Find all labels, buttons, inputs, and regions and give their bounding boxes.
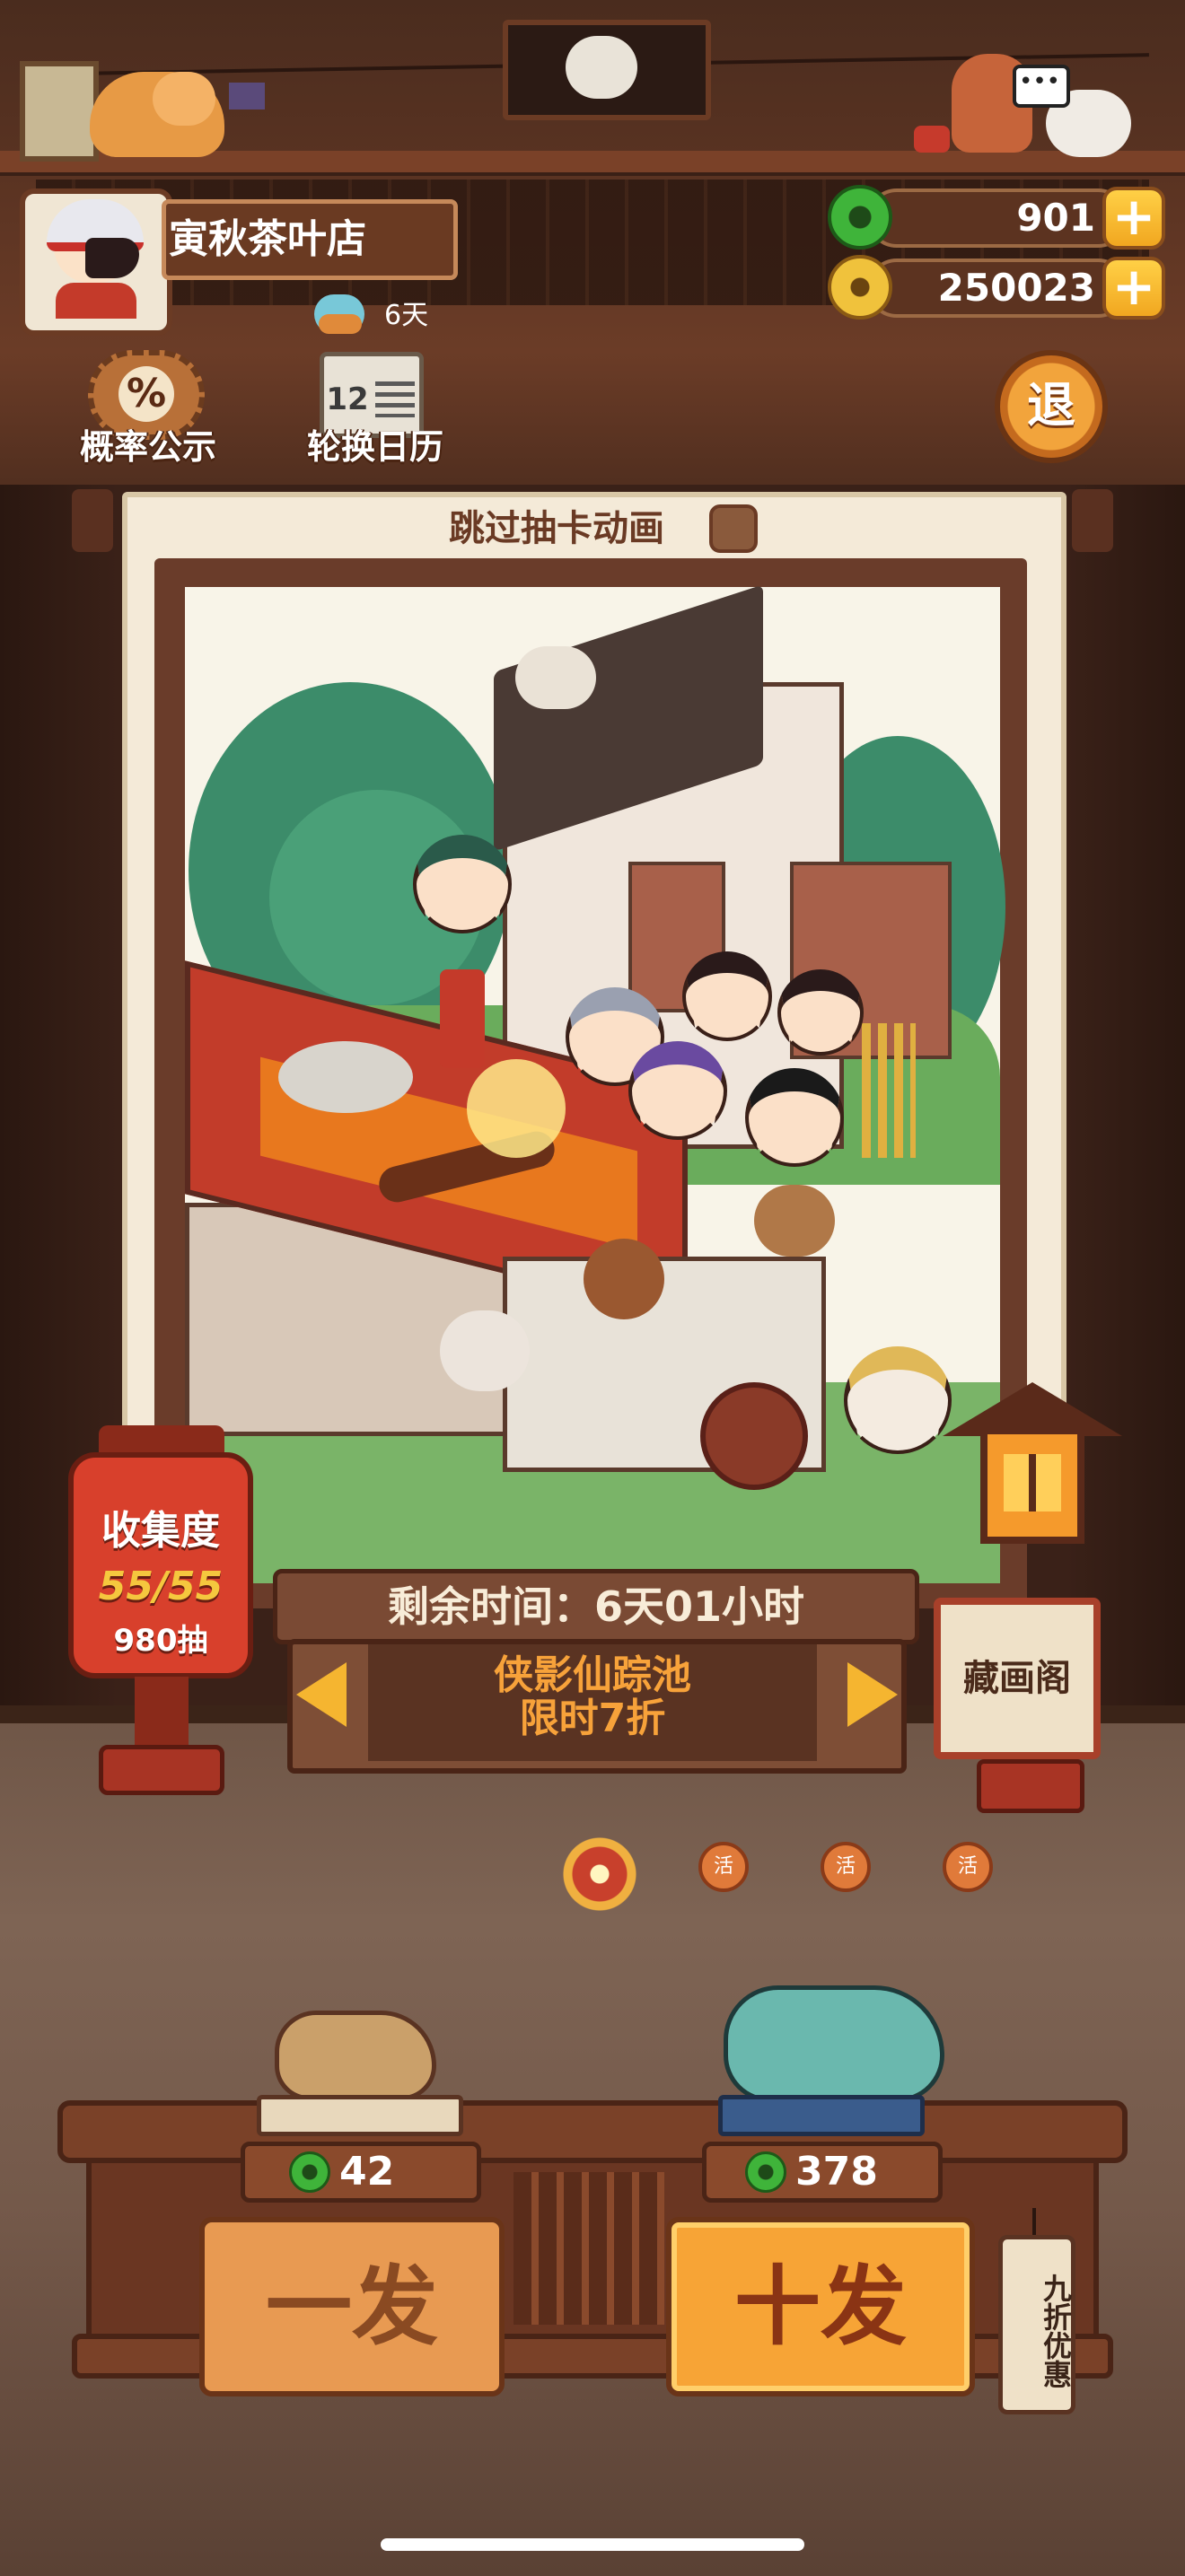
collection-value: 55/55	[98, 1564, 224, 1609]
character-topknot	[682, 951, 772, 1041]
single-draw-price: 42	[339, 2149, 395, 2195]
scroll-portrait	[566, 36, 637, 99]
stone-lion	[515, 646, 596, 709]
lantern-stand	[135, 1677, 189, 1748]
lantern-cap	[99, 1425, 224, 1456]
single-draw-button[interactable]: 一发	[199, 2217, 505, 2396]
days-counter: 6天	[384, 300, 429, 331]
bamboo-poles	[862, 1023, 916, 1158]
red-ornament	[914, 126, 950, 153]
pool-name: 侠影仙踪池	[494, 1652, 691, 1698]
purple-flag	[229, 83, 265, 110]
shop-name: 寅秋茶叶店	[169, 216, 366, 262]
add-coins-button[interactable]: +	[1102, 257, 1165, 320]
gallery-label[interactable]: 藏画阁	[934, 1598, 1101, 1759]
probability-label[interactable]: 概率公示	[54, 422, 242, 472]
fish-icon	[319, 314, 362, 334]
big-fish-icon	[724, 1985, 944, 2102]
calendar-label[interactable]: 轮换日历	[285, 422, 465, 472]
tag-string	[1032, 2208, 1036, 2239]
red-lantern-art	[440, 969, 485, 1068]
fire-glow	[467, 1059, 566, 1158]
page-dot[interactable]: 活	[943, 1842, 993, 1892]
previous-pool-arrow-icon[interactable]	[296, 1662, 347, 1727]
character-purple-hat	[628, 1041, 727, 1140]
percent-icon: %	[118, 366, 174, 422]
wine-barrel	[700, 1382, 808, 1490]
character-waiter	[777, 969, 864, 1056]
add-jade-button[interactable]: +	[1102, 187, 1165, 250]
calendar-lines-icon	[375, 381, 415, 417]
gallery-lamp-window	[1004, 1454, 1061, 1511]
book-stack-large	[718, 2095, 925, 2136]
pool-sale: 限时7折	[519, 1695, 666, 1741]
remaining-time: 剩余时间：6天01小时	[387, 1582, 805, 1631]
avatar-body	[56, 283, 136, 319]
counter-lattice	[514, 2172, 664, 2325]
skip-animation-checkbox[interactable]	[709, 504, 758, 553]
collection-label: 收集度	[101, 1508, 220, 1554]
jade-icon	[289, 2151, 330, 2193]
character-bearded	[745, 1068, 844, 1167]
exit-button[interactable]: 退	[995, 350, 1108, 463]
home-indicator[interactable]	[381, 2538, 804, 2551]
character-blonde	[844, 1346, 952, 1454]
monkey	[584, 1239, 664, 1319]
coin-icon	[828, 255, 892, 320]
paw-picture-frame	[20, 61, 99, 162]
small-fish-icon	[275, 2011, 436, 2100]
discount-label: 九折优惠	[1039, 2274, 1073, 2388]
gallery-base	[977, 1759, 1084, 1813]
jade-icon	[828, 185, 892, 250]
calendar-icon-number: 12	[326, 381, 369, 417]
next-pool-arrow-icon[interactable]	[847, 1662, 898, 1727]
jade-icon	[745, 2151, 786, 2193]
pug-dog	[754, 1185, 835, 1257]
page-dot[interactable]: 活	[698, 1842, 749, 1892]
book-stack-small	[257, 2095, 463, 2136]
speech-dots: •••	[1018, 68, 1060, 95]
card-post-right	[1072, 489, 1113, 552]
page-dot-active[interactable]	[558, 1833, 641, 1915]
ten-draw-button[interactable]: 十发	[666, 2217, 975, 2396]
collection-draws: 980抽	[113, 1623, 208, 1659]
coin-balance: 250023	[937, 266, 1095, 310]
noodle-pot	[278, 1041, 413, 1113]
orange-cat-face	[153, 72, 215, 126]
character-green-hair	[413, 835, 512, 933]
page-dot[interactable]: 活	[821, 1842, 871, 1892]
jade-balance: 901	[1016, 196, 1095, 240]
white-cat-art	[440, 1310, 530, 1391]
card-post-left	[72, 489, 113, 552]
ten-draw-price: 378	[795, 2149, 878, 2195]
skip-animation-label[interactable]: 跳过抽卡动画	[422, 499, 691, 558]
counter-top	[57, 2100, 1128, 2163]
lantern-base	[99, 1745, 224, 1795]
